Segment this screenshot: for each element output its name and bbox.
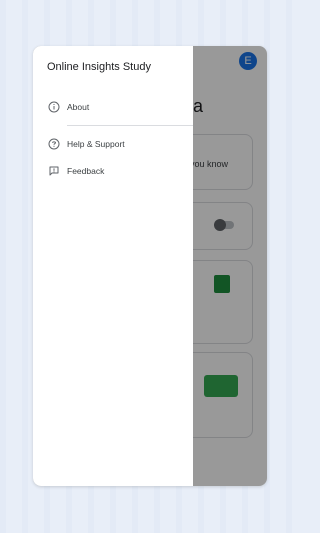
drawer-title: Online Insights Study [47, 61, 151, 73]
nav-item-label: Help & Support [67, 139, 125, 149]
nav-item-label: Feedback [67, 166, 105, 176]
feedback-icon [47, 164, 61, 178]
nav-item-help-support[interactable]: Help & Support [33, 132, 193, 156]
app-window: E a you know Online Insights Study About… [33, 46, 267, 486]
nav-item-feedback[interactable]: Feedback [33, 159, 193, 183]
info-icon [47, 100, 61, 114]
nav-item-label: About [67, 102, 90, 112]
nav-item-about[interactable]: About [33, 95, 193, 119]
divider [67, 125, 193, 126]
navigation-drawer: Online Insights Study About Help & Suppo… [33, 46, 193, 486]
help-icon [47, 137, 61, 151]
